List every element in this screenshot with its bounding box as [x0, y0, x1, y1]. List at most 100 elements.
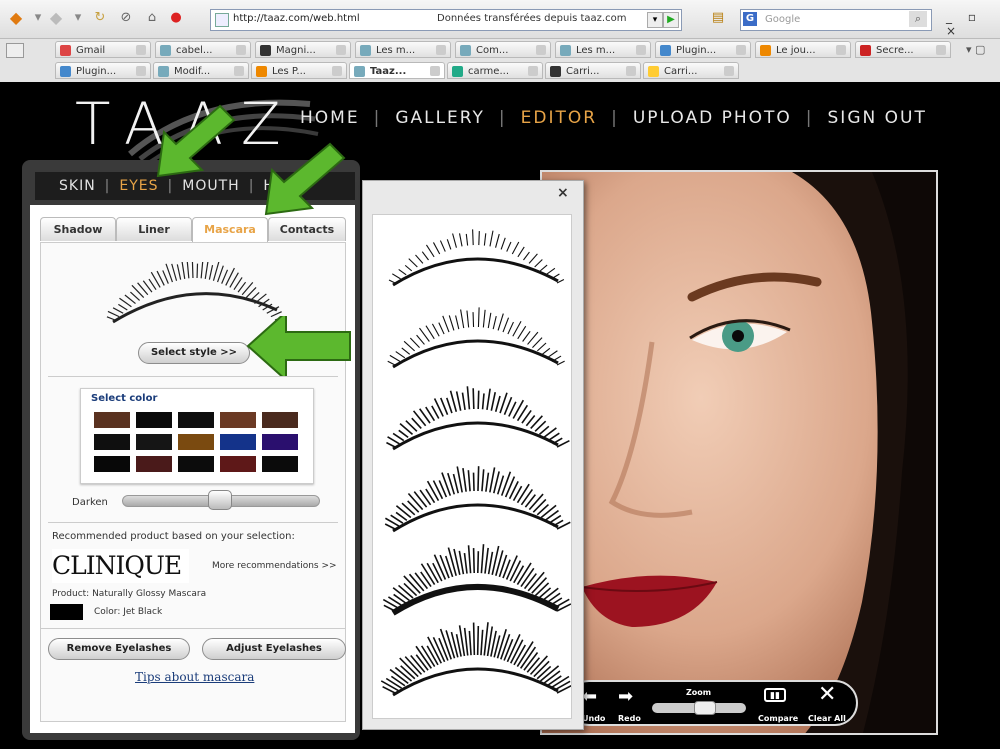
nav-home[interactable]: HOME	[300, 108, 360, 128]
window-controls[interactable]: _ ▫ ×	[946, 10, 1000, 38]
browser-tab[interactable]: Carri...	[643, 62, 739, 79]
close-tab-icon[interactable]	[136, 66, 146, 76]
close-tab-icon[interactable]	[836, 45, 846, 55]
select-style-button[interactable]: Select style >>	[138, 342, 250, 364]
stop-icon[interactable]: ⊘	[118, 10, 134, 26]
address-bar[interactable]: http://taaz.com/web.html Données transfé…	[210, 9, 682, 31]
browser-tab[interactable]: cabel...	[155, 41, 251, 58]
tab-shadow[interactable]: Shadow	[40, 217, 116, 241]
browser-tab[interactable]: Les m...	[355, 41, 451, 58]
color-swatch[interactable]	[219, 455, 257, 473]
browser-tab[interactable]: Carri...	[545, 62, 641, 79]
close-tab-icon[interactable]	[332, 66, 342, 76]
block-icon[interactable]: ●	[168, 10, 184, 26]
reload-icon[interactable]: ↻	[92, 10, 108, 26]
more-tabs-icon[interactable]: ▾ ▢	[966, 43, 985, 56]
browser-tab[interactable]: Le jou...	[755, 41, 851, 58]
adjust-eyelashes-button[interactable]: Adjust Eyelashes	[202, 638, 346, 660]
close-tab-icon[interactable]	[136, 45, 146, 55]
browser-tab[interactable]: Plugin...	[55, 62, 151, 79]
tab-list-icon[interactable]	[6, 43, 24, 58]
color-swatch[interactable]	[177, 433, 215, 451]
color-swatch[interactable]	[93, 411, 131, 429]
color-swatch[interactable]	[261, 411, 299, 429]
back-icon[interactable]: ◆	[8, 10, 24, 26]
close-tab-icon[interactable]	[430, 66, 440, 76]
brand-logo[interactable]: CLINIQUE	[52, 549, 189, 583]
browser-tab[interactable]: Com...	[455, 41, 551, 58]
nav-gallery[interactable]: GALLERY	[395, 108, 485, 128]
nav-sign-out[interactable]: SIGN OUT	[828, 108, 927, 128]
zoom-slider-handle[interactable]	[694, 701, 716, 715]
subnav-skin[interactable]: SKIN	[35, 172, 96, 200]
close-tab-icon[interactable]	[936, 45, 946, 55]
tips-link[interactable]: Tips about mascara	[135, 670, 254, 684]
bookmark-icon[interactable]: ▤	[710, 10, 726, 26]
browser-tab[interactable]: carme...	[447, 62, 543, 79]
tab-liner[interactable]: Liner	[116, 217, 192, 241]
url-text[interactable]: http://taaz.com/web.html	[233, 13, 360, 24]
search-icon[interactable]: ⌕	[909, 11, 927, 27]
eyelash-style-option[interactable]	[387, 307, 565, 369]
eyelash-style-option[interactable]	[388, 229, 565, 287]
eyelash-style-option[interactable]	[384, 466, 571, 533]
forward-icon[interactable]: ◆	[48, 10, 64, 26]
undo-icon[interactable]: ⬅	[582, 686, 597, 707]
eyelash-style-option[interactable]	[386, 386, 570, 451]
eyelash-style-option[interactable]	[382, 544, 572, 616]
redo-label[interactable]: Redo	[618, 714, 641, 723]
close-tab-icon[interactable]	[636, 45, 646, 55]
remove-eyelashes-button[interactable]: Remove Eyelashes	[48, 638, 190, 660]
color-swatch[interactable]	[219, 411, 257, 429]
darken-slider-handle[interactable]	[208, 490, 232, 510]
close-tab-icon[interactable]	[626, 66, 636, 76]
browser-tab[interactable]: Les m...	[555, 41, 651, 58]
clear-all-label[interactable]: Clear All	[808, 714, 846, 723]
browser-tab[interactable]: Les P...	[251, 62, 347, 79]
browser-tab[interactable]: Plugin...	[655, 41, 751, 58]
close-tab-icon[interactable]	[536, 45, 546, 55]
face-photo[interactable]	[540, 170, 938, 735]
close-tab-icon[interactable]	[736, 45, 746, 55]
browser-tab[interactable]: Modif...	[153, 62, 249, 79]
color-swatch[interactable]	[261, 433, 299, 451]
color-swatch[interactable]	[93, 455, 131, 473]
browser-tab[interactable]: Magni...	[255, 41, 351, 58]
tab-mascara[interactable]: Mascara	[192, 217, 268, 243]
close-tab-icon[interactable]	[528, 66, 538, 76]
close-icon[interactable]: ×	[557, 185, 569, 201]
browser-tab[interactable]: Gmail	[55, 41, 151, 58]
eyelash-style-option[interactable]	[380, 622, 572, 697]
google-icon[interactable]: G	[743, 12, 757, 26]
color-swatch[interactable]	[177, 411, 215, 429]
close-tab-icon[interactable]	[724, 66, 734, 76]
chevron-down-icon[interactable]: ▾	[647, 12, 663, 28]
dropdown-icon[interactable]: ▾	[70, 10, 86, 26]
color-swatch[interactable]	[135, 433, 173, 451]
browser-tab[interactable]: Taaz...	[349, 62, 445, 79]
nav-editor[interactable]: EDITOR	[521, 108, 597, 128]
close-tab-icon[interactable]	[234, 66, 244, 76]
compare-label[interactable]: Compare	[758, 714, 798, 723]
clear-icon[interactable]: ✕	[818, 682, 836, 707]
search-input[interactable]: G Google ⌕	[740, 9, 932, 31]
color-swatch[interactable]	[135, 455, 173, 473]
color-swatch[interactable]	[135, 411, 173, 429]
close-tab-icon[interactable]	[336, 45, 346, 55]
undo-label[interactable]: Undo	[582, 714, 605, 723]
dropdown-icon[interactable]: ▾	[30, 10, 46, 26]
nav-upload-photo[interactable]: UPLOAD PHOTO	[633, 108, 792, 128]
color-swatch[interactable]	[93, 433, 131, 451]
tab-contacts[interactable]: Contacts	[268, 217, 346, 241]
close-tab-icon[interactable]	[236, 45, 246, 55]
more-recommendations-link[interactable]: More recommendations >>	[212, 561, 337, 571]
close-tab-icon[interactable]	[436, 45, 446, 55]
home-icon[interactable]: ⌂	[144, 10, 160, 26]
compare-icon[interactable]: ▮▮	[764, 688, 786, 702]
color-swatch[interactable]	[261, 455, 299, 473]
color-swatch[interactable]	[219, 433, 257, 451]
browser-tab[interactable]: Secre...	[855, 41, 951, 58]
go-icon[interactable]: ▶	[663, 12, 679, 28]
color-swatch[interactable]	[177, 455, 215, 473]
redo-icon[interactable]: ➡	[618, 686, 633, 707]
